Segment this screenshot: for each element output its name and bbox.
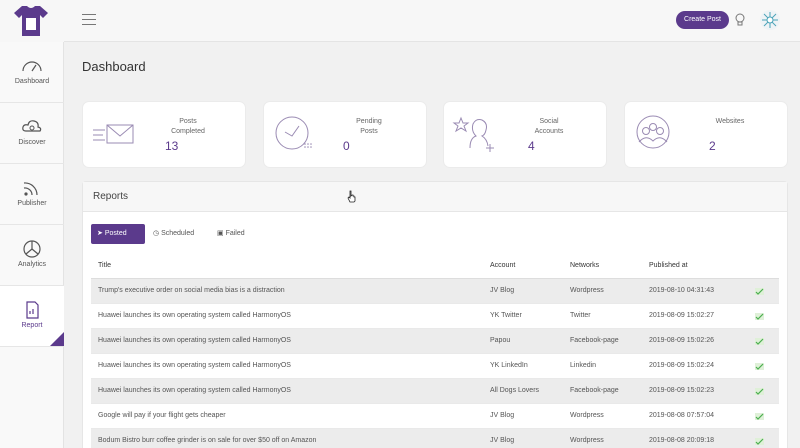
warning-box-icon: ▣: [217, 230, 224, 237]
send-icon: ➤: [97, 230, 103, 237]
cell-title: Trump's executive order on social media …: [98, 287, 285, 294]
pie-chart-icon: [23, 240, 41, 258]
stat-value: 2: [709, 139, 716, 153]
stat-label: Social Accounts: [534, 118, 564, 135]
sidebar-item-label: Analytics: [17, 261, 46, 268]
hamburger-menu-icon[interactable]: [82, 14, 96, 25]
column-header-published-at[interactable]: Published at: [649, 262, 688, 269]
cell-account: All Dogs Lovers: [490, 387, 540, 394]
success-check-icon: [755, 388, 764, 395]
group-people-icon: [636, 115, 670, 149]
cell-title: Huawei launches its own operating system…: [98, 387, 291, 394]
sidebar-item-label: Discover: [18, 139, 46, 146]
cell-network: Wordpress: [570, 437, 604, 444]
cell-published: 2019-08-10 04:31:43: [649, 287, 714, 294]
stat-label: Pending Posts: [356, 118, 382, 135]
stat-card-social-accounts: Social Accounts 4: [443, 101, 607, 168]
envelope-icon: [93, 124, 134, 144]
reports-panel: Reports ➤ Posted ◷ Scheduled ▣ Failed Ti…: [82, 181, 788, 448]
sidebar-item-discover[interactable]: Discover: [0, 103, 64, 164]
table-row[interactable]: Google will pay if your flight gets chea…: [91, 404, 779, 429]
cell-published: 2019-08-08 20:09:18: [649, 437, 714, 444]
sidebar-item-publisher[interactable]: Publisher: [0, 164, 64, 225]
column-header-title[interactable]: Title: [98, 262, 111, 269]
table-row[interactable]: Bodum Bistro burr coffee grinder is on s…: [91, 429, 779, 448]
success-check-icon: [755, 313, 764, 320]
top-bar: Create Post: [0, 0, 800, 42]
cell-network: Linkedin: [570, 362, 597, 369]
cell-network: Twitter: [570, 312, 591, 319]
success-check-icon: [755, 288, 764, 295]
hand-cursor-icon: [347, 190, 356, 203]
cell-published: 2019-08-09 15:02:23: [649, 387, 714, 394]
stat-card-websites: Websites 2: [624, 101, 788, 168]
logo-area: [0, 0, 64, 42]
create-post-button[interactable]: Create Post: [676, 11, 729, 29]
sidebar-item-label: Publisher: [17, 200, 47, 207]
cloud-search-icon: [22, 120, 42, 132]
column-header-networks[interactable]: Networks: [570, 262, 599, 269]
reports-header: Reports: [83, 182, 787, 212]
stat-label: Posts Completed: [171, 118, 205, 135]
sidebar: Dashboard Discover Publisher Analytics R…: [0, 42, 64, 448]
sidebar-item-label: Dashboard: [14, 78, 50, 85]
cell-title: Huawei launches its own operating system…: [98, 337, 291, 344]
cell-published: 2019-08-09 15:02:24: [649, 362, 714, 369]
table-row[interactable]: Huawei launches its own operating system…: [91, 379, 779, 404]
clock-icon: [275, 116, 312, 150]
cell-title: Huawei launches its own operating system…: [98, 362, 291, 369]
cell-account: YK Twitter: [490, 312, 522, 319]
clock-small-icon: ◷: [153, 230, 160, 237]
tab-posted[interactable]: ➤ Posted: [91, 224, 145, 244]
cell-published: 2019-08-08 07:57:04: [649, 412, 714, 419]
cell-network: Wordpress: [570, 412, 604, 419]
success-check-icon: [755, 413, 764, 420]
cell-account: Papou: [490, 337, 511, 344]
sidebar-item-label: Report: [21, 322, 43, 329]
cell-account: JV Blog: [490, 412, 515, 419]
tab-failed[interactable]: ▣ Failed: [211, 224, 251, 244]
cell-network: Wordpress: [570, 287, 604, 294]
success-check-icon: [755, 338, 764, 345]
person-star-icon: [452, 116, 494, 152]
cell-published: 2019-08-09 15:02:26: [649, 337, 714, 344]
table-row[interactable]: Huawei launches its own operating system…: [91, 329, 779, 354]
stat-label: Websites: [715, 118, 745, 125]
speedometer-icon: [22, 61, 42, 72]
cell-network: Facebook-page: [570, 387, 619, 394]
table-row[interactable]: Trump's executive order on social media …: [91, 279, 779, 304]
stat-card-posts-completed: Posts Completed 13: [82, 101, 246, 168]
rss-feed-icon: [23, 182, 38, 196]
cell-network: Facebook-page: [570, 337, 619, 344]
stat-value: 4: [528, 139, 535, 153]
page-title: Dashboard: [82, 59, 146, 74]
stat-card-pending-posts: Pending Posts 0: [263, 101, 427, 168]
column-header-account[interactable]: Account: [490, 262, 515, 269]
stat-value: 13: [165, 139, 179, 153]
table-row[interactable]: Huawei launches its own operating system…: [91, 354, 779, 379]
cell-title: Google will pay if your flight gets chea…: [98, 412, 226, 419]
tshirt-logo-icon[interactable]: [13, 4, 49, 38]
sidebar-item-analytics[interactable]: Analytics: [0, 225, 64, 286]
cell-published: 2019-08-09 15:02:27: [649, 312, 714, 319]
cell-account: JV Blog: [490, 287, 515, 294]
cell-account: YK LinkedIn: [490, 362, 528, 369]
table-row[interactable]: Huawei launches its own operating system…: [91, 304, 779, 329]
user-avatar-icon[interactable]: [759, 9, 781, 31]
success-check-icon: [755, 438, 764, 445]
cell-title: Bodum Bistro burr coffee grinder is on s…: [98, 437, 317, 444]
cell-account: JV Blog: [490, 437, 515, 444]
active-indicator: [50, 332, 64, 346]
reports-title: Reports: [93, 191, 129, 202]
sidebar-item-dashboard[interactable]: Dashboard: [0, 42, 64, 103]
stat-value: 0: [343, 139, 350, 153]
lightbulb-icon[interactable]: [735, 13, 745, 26]
tab-scheduled[interactable]: ◷ Scheduled: [147, 224, 200, 244]
report-document-icon: [26, 301, 39, 319]
cell-title: Huawei launches its own operating system…: [98, 312, 291, 319]
success-check-icon: [755, 363, 764, 370]
sidebar-item-report[interactable]: Report: [0, 286, 64, 347]
